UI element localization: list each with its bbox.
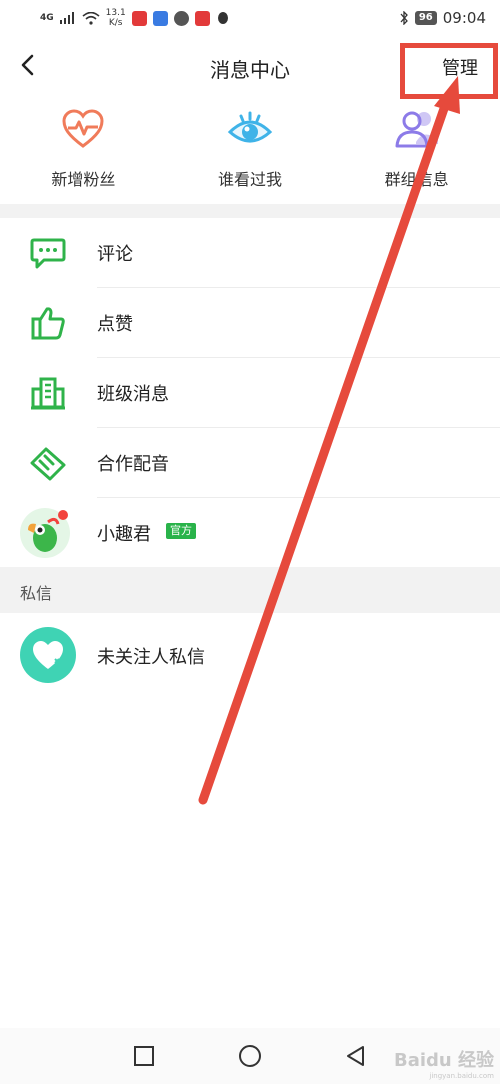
system-nav-bar: Baidu 经验 jingyan.baidu.com [0,1028,500,1084]
qq-icon [217,11,228,24]
list-item-label: 点赞 [97,314,133,335]
list-item-class-messages[interactable]: 班级消息 [0,358,500,428]
status-bar: 4G 13.1 K/s 96 09:04 [0,0,500,36]
message-list: 评论 点赞 班级消息 合作配音 小趣君 官方 [0,218,500,568]
quick-item-label: 群组信息 [384,170,449,189]
wifi-icon [82,11,100,25]
section-divider [0,204,500,218]
clock: 09:04 [442,9,486,27]
heart-icon [20,627,76,683]
speed-value: 13.1 [105,8,126,18]
quick-item-group-info[interactable]: 群组信息 [333,106,500,200]
annotation-highlight-box [400,43,498,99]
quick-item-label: 新增粉丝 [51,170,116,189]
app-notification-icon [194,10,210,26]
watermark-text: Baidu 经验 [393,1050,494,1071]
list-item-label: 合作配音 [97,454,169,475]
handshake-icon [28,443,68,483]
section-header: 私信 [0,567,500,613]
comment-icon [28,233,68,273]
group-users-icon [395,111,438,148]
app-notification-icon [173,10,189,26]
bluetooth-icon [400,11,408,25]
circle-icon [239,1045,261,1067]
home-button[interactable] [237,1043,263,1069]
building-icon [28,373,68,413]
battery-level: 96 [414,11,437,25]
square-icon [134,1046,154,1066]
list-item-likes[interactable]: 点赞 [0,288,500,358]
thumbs-up-icon [28,303,68,343]
official-badge: 官方 [166,523,196,539]
heart-pulse-icon [62,109,104,148]
quick-items: 新增粉丝 谁看过我 群组信息 [0,106,500,200]
watermark-sub: jingyan.baidu.com [429,1072,494,1080]
recent-apps-button[interactable] [131,1043,157,1069]
list-item-comments[interactable]: 评论 [0,218,500,288]
back-nav-button[interactable] [343,1043,369,1069]
app-notification-icon [131,10,147,26]
parrot-avatar [20,508,70,558]
quick-item-label: 谁看过我 [218,170,283,189]
list-item-label: 评论 [97,244,133,265]
list-item-label: 未关注人私信 [97,647,205,668]
network-speed: 13.1 K/s [106,8,126,28]
list-item-dubbing[interactable]: 合作配音 [0,428,500,498]
list-item-xiaoqujun[interactable]: 小趣君 官方 [0,498,500,568]
list-item-label: 小趣君 [97,524,151,545]
quick-item-new-fans[interactable]: 新增粉丝 [0,106,167,200]
list-item-unfollowed-dm[interactable]: 未关注人私信 [0,613,500,697]
network-indicator: 4G [40,12,54,23]
watermark: Baidu 经验 jingyan.baidu.com [394,1046,494,1080]
triangle-back-icon [347,1046,364,1066]
section-label: 私信 [20,584,53,603]
eye-icon [227,111,273,143]
quick-item-visitors[interactable]: 谁看过我 [167,106,334,200]
signal-icon [59,12,74,24]
app-notification-icon [152,10,168,26]
speed-unit: K/s [108,18,123,28]
list-item-label: 班级消息 [97,384,169,405]
unread-dot [58,510,68,520]
